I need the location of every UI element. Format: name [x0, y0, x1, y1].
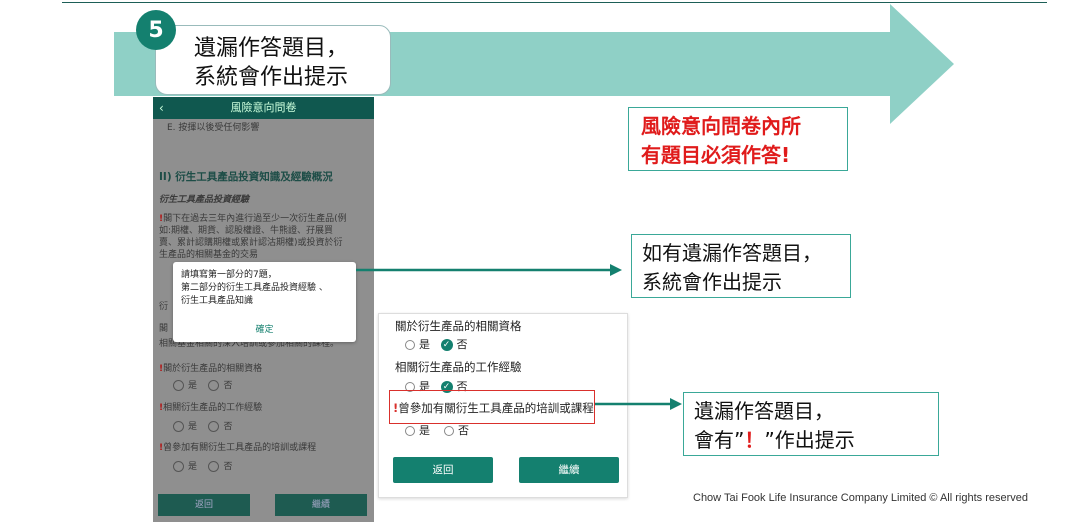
connector-arrows: [356, 264, 682, 410]
